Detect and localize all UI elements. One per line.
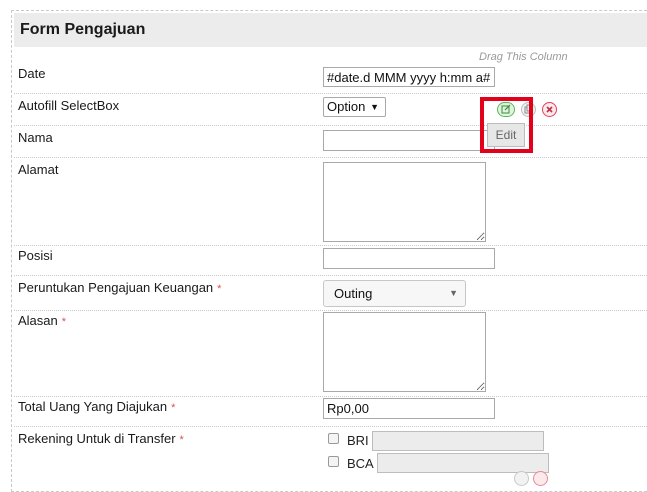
bca-account-input[interactable] [377,453,549,473]
field-label-alasan: Alasan * [18,313,66,328]
required-marker: * [179,434,184,446]
peruntukan-label-text: Peruntukan Pengajuan Keuangan [18,280,214,295]
total-input[interactable] [323,398,495,419]
bri-checkbox[interactable] [328,433,339,444]
field-label-alamat: Alamat [18,162,59,177]
required-marker: * [171,402,176,414]
field-label-posisi: Posisi [18,248,53,263]
date-input[interactable] [323,67,495,87]
field-label-peruntukan: Peruntukan Pengajuan Keuangan * [18,280,221,295]
alamat-textarea[interactable] [323,162,486,242]
form-title: Form Pengajuan [20,21,146,38]
field-label-date: Date [18,66,46,81]
nama-input[interactable] [323,130,495,151]
field-label-rekening: Rekening Untuk di Transfer * [18,431,184,446]
caret-down-icon: ▼ [370,102,379,112]
required-marker: * [61,316,67,328]
rekening-label-text: Rekening Untuk di Transfer [18,431,176,446]
bri-label: BRI [347,433,369,448]
drag-column-hint[interactable]: Drag This Column [479,51,568,63]
bri-account-input[interactable] [372,431,544,451]
field-label-nama: Nama [18,130,53,145]
total-label-text: Total Uang Yang Diajukan [18,399,168,414]
peruntukan-select-value: Outing [334,286,373,301]
field-label-autofill: Autofill SelectBox [18,98,120,113]
autofill-select[interactable]: Option ▼ [323,97,386,117]
required-marker: * [217,283,222,295]
caret-down-icon: ▼ [449,288,458,298]
bca-checkbox[interactable] [328,456,339,467]
edit-tooltip: Edit [487,123,525,147]
bca-label: BCA [347,456,374,471]
field-label-total: Total Uang Yang Diajukan * [18,399,175,414]
alasan-textarea[interactable] [323,312,486,392]
copy-icon[interactable] [514,471,529,486]
delete-icon[interactable] [542,102,557,117]
form-header: Form Pengajuan [14,13,647,47]
peruntukan-select[interactable]: Outing ▼ [323,280,466,307]
delete-icon[interactable] [533,471,548,486]
alasan-label-text: Alasan [18,313,58,328]
autofill-select-value: Option [327,99,366,114]
posisi-input[interactable] [323,248,495,269]
